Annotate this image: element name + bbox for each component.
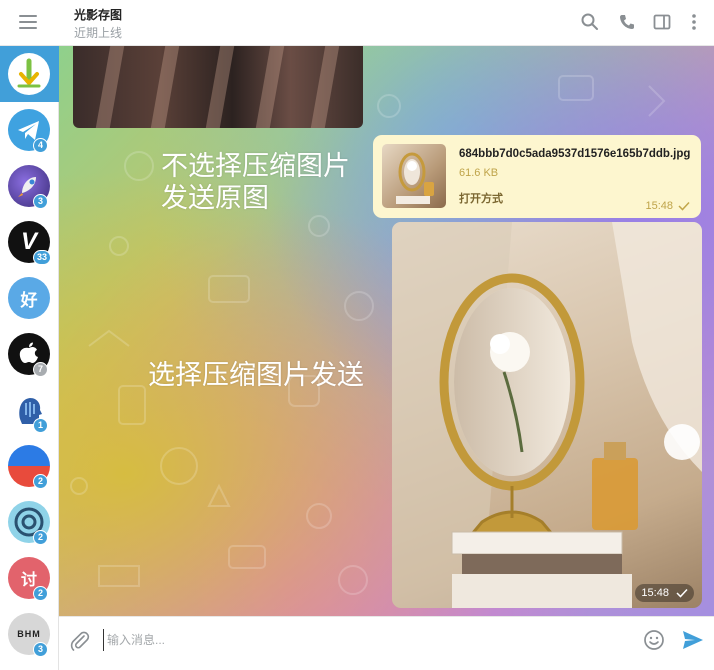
unread-badge: 1 (33, 418, 48, 433)
chat-list-item[interactable]: V 33 (0, 214, 59, 270)
chat-list-item[interactable]: 2 (0, 494, 59, 550)
annotation-uncompressed: 不选择压缩图片 发送原图 (161, 150, 350, 214)
chat-list-item[interactable]: 4 (0, 102, 59, 158)
chat-title[interactable]: 光影存图 (74, 6, 122, 23)
paperclip-icon[interactable] (69, 630, 91, 652)
open-with-link[interactable]: 打开方式 (459, 190, 503, 206)
annotation-compressed: 选择压缩图片发送 (148, 360, 364, 390)
compressed-photo-message[interactable]: 15:48 (392, 222, 702, 608)
sent-check-icon (678, 201, 690, 211)
chat-list-item[interactable]: 讨 2 (0, 550, 59, 606)
unread-badge: 3 (33, 194, 48, 209)
annotation-line-2: 发送原图 (161, 183, 269, 213)
message-time: 15:48 (645, 200, 673, 212)
composer (59, 616, 714, 670)
mirror-photo (392, 222, 702, 608)
chat-status: 近期上线 (74, 26, 123, 40)
file-message[interactable]: 684bbb7d0c5ada9537d1576e165b7ddb.jpg 61.… (373, 135, 701, 218)
unread-badge: 2 (33, 474, 48, 489)
unread-badge: 33 (33, 250, 52, 265)
chat-list-item[interactable]: 7 (0, 326, 59, 382)
unread-badge: 3 (33, 642, 48, 657)
chat-list-item[interactable]: 3 (0, 158, 59, 214)
phone-icon[interactable] (617, 12, 637, 32)
file-size: 61.6 KB (459, 167, 499, 179)
unread-badge: 2 (33, 530, 48, 545)
annotation-line-1: 不选择压缩图片 (161, 151, 350, 181)
more-options-icon[interactable] (684, 12, 704, 32)
menu-icon[interactable] (19, 15, 37, 29)
chat-list-item[interactable]: 1 (0, 382, 59, 438)
chat-list-item[interactable]: BHM 3 (0, 606, 59, 662)
chat-list-item[interactable]: 好 (0, 270, 59, 326)
emoji-icon[interactable] (643, 629, 665, 651)
sidebar-toggle-icon[interactable] (652, 12, 672, 32)
message-area[interactable]: 不选择压缩图片 发送原图 选择压缩图片发送 684bbb7d0c5ada9537… (59, 46, 714, 616)
previous-photo-message[interactable] (73, 46, 363, 128)
sent-check-icon (676, 589, 688, 598)
telegram-window: 光影存图 近期上线 4 3 V 33 好 7 1 2 2 讨 2 BHM 3 不… (0, 0, 714, 670)
message-input[interactable] (103, 629, 623, 651)
file-name[interactable]: 684bbb7d0c5ada9537d1576e165b7ddb.jpg (459, 148, 690, 160)
unread-badge: 4 (33, 138, 48, 153)
file-thumbnail[interactable] (382, 144, 446, 208)
photo-time: 15:48 (641, 587, 669, 599)
unread-badge: 2 (33, 586, 48, 601)
search-icon[interactable] (580, 12, 600, 32)
chat-header: 光影存图 近期上线 (0, 0, 714, 46)
unread-badge: 7 (33, 362, 48, 377)
chat-list-item[interactable]: 2 (0, 438, 59, 494)
chat-list-item[interactable] (0, 46, 59, 102)
photo-time-badge: 15:48 (635, 584, 694, 602)
send-icon[interactable] (681, 629, 705, 651)
hao-avatar: 好 (8, 277, 50, 319)
chat-list-sidebar: 4 3 V 33 好 7 1 2 2 讨 2 BHM 3 (0, 46, 59, 670)
download-bot-avatar (8, 53, 50, 95)
